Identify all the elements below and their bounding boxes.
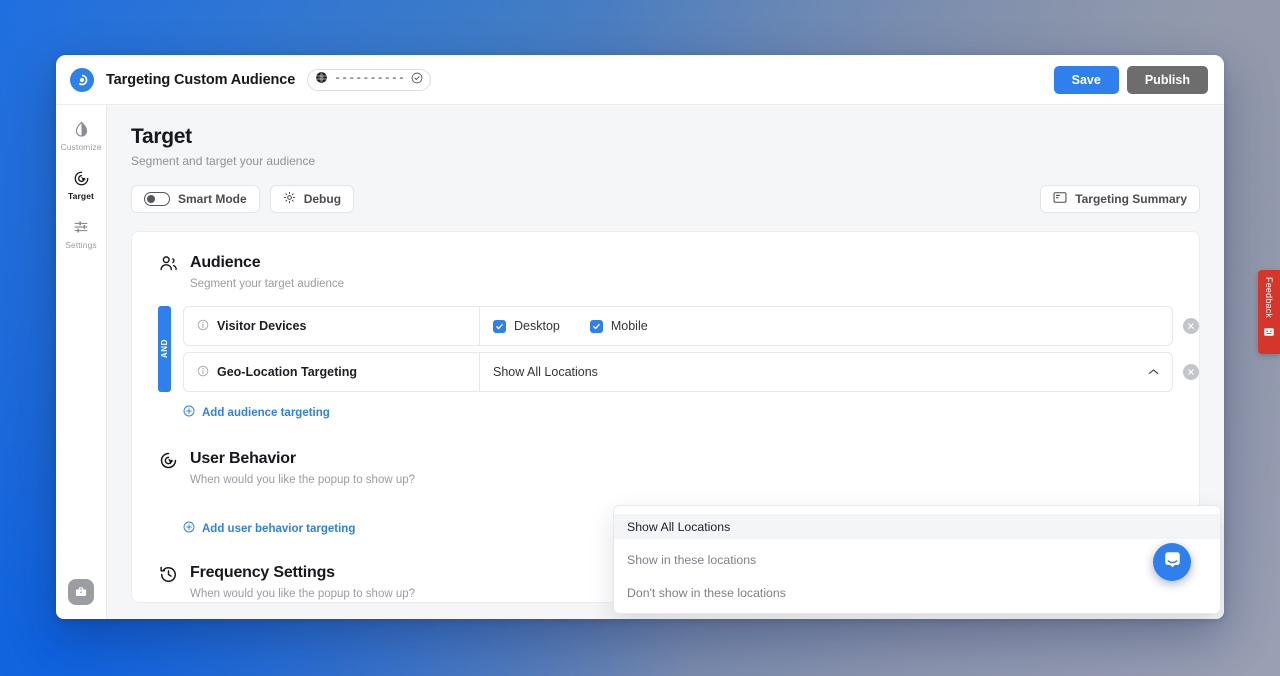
add-user-behavior-targeting-link[interactable]: Add user behavior targeting (183, 521, 355, 536)
rule-value-devices: Desktop Mobile (480, 307, 1172, 345)
feedback-label: Feedback (1264, 277, 1274, 319)
page-subtitle: Segment and target your audience (131, 154, 316, 168)
debug-label: Debug (303, 192, 342, 206)
rule-row-geo-location: Geo-Location Targeting Show All Location… (183, 352, 1199, 392)
geo-location-select[interactable]: Show All Locations (480, 353, 1172, 391)
audience-title: Audience (190, 254, 261, 271)
dropdown-option-dont-show-in-these-locations[interactable]: Don't show in these locations (614, 580, 1220, 605)
user-behavior-title: User Behavior (190, 450, 296, 467)
dropdown-spacer (614, 539, 1220, 547)
left-nav-rail: Customize Target Settings (56, 105, 107, 619)
audience-rule-group: AND Visitor Devices Desktop Mobile Geo-L… (158, 306, 1199, 392)
sidebar-item-settings[interactable]: Settings (58, 217, 104, 250)
app-window: Targeting Custom Audience ---------- Sav… (56, 55, 1224, 619)
rule-label-text: Visitor Devices (217, 319, 307, 333)
targeting-summary-button[interactable]: Targeting Summary (1040, 185, 1200, 213)
app-title: Targeting Custom Audience (106, 71, 296, 88)
page-toolbar: Smart Mode Debug Targeting Summary (131, 185, 1200, 213)
rule-label: Visitor Devices (184, 307, 480, 345)
add-audience-targeting-link[interactable]: Add audience targeting (183, 405, 330, 420)
and-operator-bar[interactable]: AND (158, 306, 171, 392)
geo-location-selected-value: Show All Locations (493, 365, 598, 379)
chevron-up-icon (1148, 365, 1159, 379)
top-bar: Targeting Custom Audience ---------- Sav… (56, 55, 1224, 105)
feedback-tab[interactable]: Feedback (1258, 270, 1280, 354)
rule-row-visitor-devices: Visitor Devices Desktop Mobile (183, 306, 1199, 346)
plus-circle-icon (183, 405, 195, 420)
brand-logo-icon (70, 67, 94, 92)
sidebar-item-target[interactable]: Target (58, 168, 104, 201)
targeting-summary-label: Targeting Summary (1075, 192, 1187, 206)
feedback-face-icon (1263, 325, 1275, 343)
toggle-switch-icon (144, 192, 170, 206)
audience-subtitle: Segment your target audience (190, 278, 345, 290)
smart-mode-toggle[interactable]: Smart Mode (131, 185, 260, 213)
target-cursor-icon (73, 168, 90, 188)
rail-bottom-area (68, 579, 94, 605)
main-content: Target Segment and target your audience … (107, 105, 1224, 619)
user-behavior-section-header: User Behavior When would you like the po… (158, 450, 1173, 486)
checkbox-mobile-label: Mobile (610, 319, 648, 333)
chat-bubble-icon (1163, 550, 1182, 574)
history-clock-icon (158, 564, 178, 584)
smart-mode-label: Smart Mode (178, 192, 247, 206)
remove-rule-button[interactable] (1183, 364, 1199, 380)
publish-button[interactable]: Publish (1126, 65, 1208, 94)
rule-label-text: Geo-Location Targeting (217, 365, 358, 379)
sidebar-item-customize[interactable]: Customize (58, 119, 104, 152)
save-button[interactable]: Save (1053, 65, 1119, 94)
chat-launcher-button[interactable] (1153, 543, 1191, 581)
panel-icon (1053, 191, 1067, 207)
checkbox-checked-icon (493, 319, 506, 333)
dropdown-bottom-padding (614, 605, 1220, 613)
checkbox-checked-icon (589, 319, 603, 333)
window-body: Customize Target Settings Target Segment… (56, 105, 1224, 619)
sliders-icon (73, 217, 89, 237)
site-domain-masked: ---------- (334, 73, 406, 85)
dropdown-top-padding (614, 506, 1220, 514)
gear-icon (283, 191, 296, 207)
dropdown-option-show-all-locations[interactable]: Show All Locations (614, 514, 1220, 539)
checkbox-mobile[interactable]: Mobile (589, 319, 648, 333)
checkbox-desktop[interactable]: Desktop (493, 319, 560, 333)
info-icon[interactable] (197, 365, 209, 380)
target-cursor-icon (158, 450, 178, 470)
and-operator-label: AND (160, 339, 169, 359)
frequency-settings-title: Frequency Settings (190, 564, 335, 581)
debug-button[interactable]: Debug (269, 185, 355, 213)
site-domain-pill[interactable]: ---------- (307, 68, 432, 91)
contrast-droplet-icon (74, 119, 89, 139)
geo-location-dropdown-menu: Show All Locations Show in these locatio… (613, 505, 1221, 614)
audience-section-header: Audience Segment your target audience (158, 254, 1173, 290)
briefcase-icon[interactable] (68, 579, 94, 605)
page-title: Target (131, 125, 192, 148)
checkbox-desktop-label: Desktop (514, 319, 560, 333)
remove-rule-button[interactable] (1183, 318, 1199, 334)
rule-label: Geo-Location Targeting (184, 353, 480, 391)
people-icon (158, 254, 178, 272)
dropdown-spacer (614, 572, 1220, 580)
sidebar-item-label: Settings (65, 240, 97, 250)
plus-circle-icon (183, 521, 195, 536)
frequency-settings-subtitle: When would you like the popup to show up… (190, 588, 416, 600)
sidebar-item-label: Customize (60, 142, 102, 152)
add-user-behavior-targeting-label: Add user behavior targeting (202, 522, 356, 535)
audience-rules-list: Visitor Devices Desktop Mobile Geo-Locat… (183, 306, 1199, 392)
sidebar-item-label: Target (68, 191, 94, 201)
info-icon[interactable] (197, 319, 209, 334)
globe-icon (315, 71, 328, 89)
dropdown-option-show-in-these-locations[interactable]: Show in these locations (614, 547, 1220, 572)
user-behavior-subtitle: When would you like the popup to show up… (190, 474, 416, 486)
check-circle-icon (411, 71, 423, 89)
add-audience-targeting-label: Add audience targeting (202, 406, 330, 419)
